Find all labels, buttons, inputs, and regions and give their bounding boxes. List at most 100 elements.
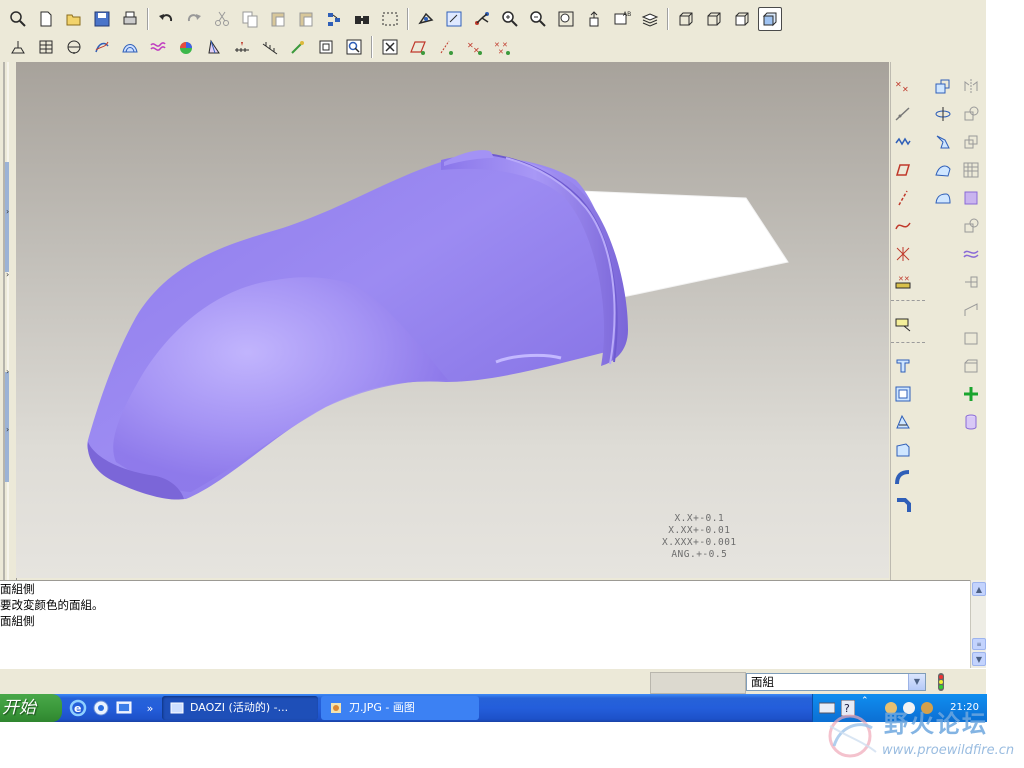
wave-curve-icon[interactable] (891, 130, 915, 154)
curve-tool-icon[interactable] (891, 214, 915, 238)
point-tool-icon[interactable]: ✕ ✕ (891, 74, 915, 98)
pattern-icon[interactable] (959, 158, 983, 182)
blend-surface-icon[interactable] (931, 158, 955, 182)
show-desktop-icon[interactable] (114, 698, 134, 718)
selection-filter-dropdown[interactable]: 面組 ▼ (746, 673, 926, 691)
message-scrollbar[interactable]: ▲ ≡ ▼ (970, 580, 986, 668)
print-icon[interactable] (118, 7, 142, 31)
repaint-icon[interactable] (414, 7, 438, 31)
spline-tool-icon[interactable] (891, 102, 915, 126)
datum-points-icon[interactable] (62, 35, 86, 59)
scroll-thumb[interactable]: ≡ (972, 638, 986, 650)
datum-planes-icon[interactable] (6, 35, 30, 59)
search-icon[interactable] (6, 7, 30, 31)
intersect-icon[interactable] (959, 354, 983, 378)
datum-curve-icon[interactable] (286, 35, 310, 59)
rib-icon[interactable] (891, 438, 915, 462)
offset-icon[interactable] (959, 130, 983, 154)
merge-icon[interactable] (959, 242, 983, 266)
extrude-icon[interactable] (891, 354, 915, 378)
copy-icon[interactable] (238, 7, 262, 31)
scroll-up-button[interactable]: ▲ (972, 582, 986, 596)
spin-center-icon[interactable] (582, 7, 606, 31)
note-tool-icon[interactable] (891, 312, 915, 336)
close-icon[interactable] (378, 35, 402, 59)
hidden-line-icon[interactable] (702, 7, 726, 31)
warp-icon[interactable] (931, 130, 955, 154)
orient-icon[interactable] (470, 7, 494, 31)
round-icon[interactable] (891, 466, 915, 490)
chevron-down-icon[interactable]: ▼ (908, 674, 925, 690)
start-button[interactable]: 开始 (0, 694, 62, 722)
media-player-icon[interactable] (91, 698, 111, 718)
mirror-icon[interactable] (959, 74, 983, 98)
zoom-in-icon[interactable] (498, 7, 522, 31)
undo-icon[interactable] (154, 7, 178, 31)
named-view-icon[interactable]: AB (610, 7, 634, 31)
new-file-icon[interactable] (34, 7, 58, 31)
plane-tool-icon[interactable] (891, 158, 915, 182)
paste-icon[interactable] (266, 7, 290, 31)
plane-display-icon[interactable] (406, 35, 430, 59)
chamfer-icon[interactable] (891, 494, 915, 518)
watermark-url: www.proewildfire.cn (882, 743, 1015, 758)
thicken-icon[interactable] (959, 298, 983, 322)
layers-icon[interactable] (638, 7, 662, 31)
open-folder-icon[interactable] (62, 7, 86, 31)
regenerate-icon[interactable] (322, 7, 346, 31)
redo-icon[interactable] (182, 7, 206, 31)
taskbar-item-proe[interactable]: DAOZI (活动的) -... (162, 696, 318, 720)
cut-icon[interactable] (210, 7, 234, 31)
traffic-light-icon[interactable] (934, 672, 948, 692)
section-analysis-icon[interactable] (258, 35, 282, 59)
extend-icon[interactable] (959, 270, 983, 294)
datum-axes-icon[interactable] (34, 35, 58, 59)
cylinder-icon[interactable] (959, 410, 983, 434)
graphics-window[interactable]: X.X+-0.1 X.XX+-0.01 X.XXX+-0.001 ANG.+-0… (16, 62, 889, 578)
refit-icon[interactable] (442, 7, 466, 31)
shading-icon[interactable] (758, 7, 782, 31)
save-icon[interactable] (90, 7, 114, 31)
shell-icon[interactable] (891, 382, 915, 406)
fill-icon[interactable] (959, 186, 983, 210)
sketch-view-icon[interactable] (314, 35, 338, 59)
paste-special-icon[interactable] (294, 7, 318, 31)
csys-display-icon[interactable]: ✕ ✕ ✕ (490, 35, 514, 59)
boundary-icon[interactable] (931, 186, 955, 210)
point-display-icon[interactable]: ✕ ✕ (462, 35, 486, 59)
rotate-icon[interactable] (931, 102, 955, 126)
scroll-down-button[interactable]: ▼ (972, 652, 986, 666)
csys-tool-icon[interactable] (891, 242, 915, 266)
solidify-icon[interactable] (959, 326, 983, 350)
draft-icon[interactable] (891, 410, 915, 434)
status-bar: 面組 ▼ (0, 668, 986, 694)
zoom-out-icon[interactable] (526, 7, 550, 31)
axis-tool-icon[interactable] (891, 186, 915, 210)
datum-toolbar: ✕ ✕ ✕ ✕ ✕ (4, 33, 516, 61)
curve-analysis-icon[interactable] (146, 35, 170, 59)
wireframe-icon[interactable] (674, 7, 698, 31)
coordinate-system-icon[interactable] (90, 35, 114, 59)
tolerance-line: X.X+-0.1 (674, 513, 725, 524)
knife-handle-model[interactable] (16, 62, 889, 578)
no-hidden-icon[interactable] (730, 7, 754, 31)
model-tree-collapsed-strip[interactable]: › › › › (0, 62, 17, 582)
taskbar-item-paint[interactable]: 刀.JPG - 画图 (321, 696, 479, 720)
select-box-icon[interactable] (378, 7, 402, 31)
zoom-fit-icon[interactable] (554, 7, 578, 31)
ruler-icon[interactable]: ✕✕ (891, 270, 915, 294)
axis-display-icon[interactable] (434, 35, 458, 59)
tolerance-table: X.X+-0.1 X.XX+-0.01 X.XXX+-0.001 ANG.+-0… (662, 513, 737, 561)
shaded-curvature-icon[interactable] (174, 35, 198, 59)
quick-launch-more-icon[interactable]: » (140, 698, 160, 718)
move-icon[interactable] (959, 102, 983, 126)
trim-icon[interactable] (959, 214, 983, 238)
model-tree-search-icon[interactable] (342, 35, 366, 59)
ie-icon[interactable]: e (68, 698, 88, 718)
draft-analysis-icon[interactable] (202, 35, 226, 59)
mesh-surface-icon[interactable] (118, 35, 142, 59)
add-feature-icon[interactable] (959, 382, 983, 406)
copy-geometry-icon[interactable] (931, 74, 955, 98)
find-icon[interactable] (350, 7, 374, 31)
measure-icon[interactable] (230, 35, 254, 59)
